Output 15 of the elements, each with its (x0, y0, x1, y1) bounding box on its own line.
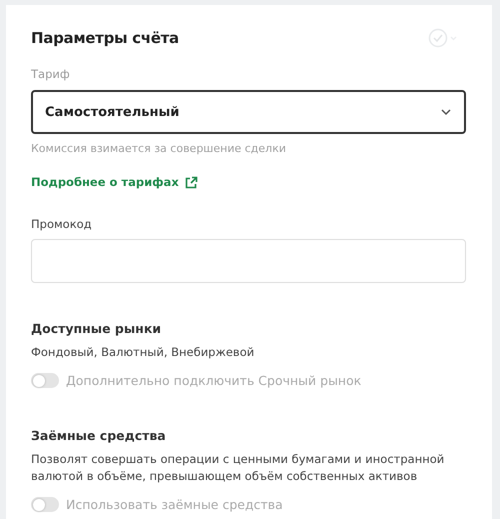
toggle-label: Дополнительно подключить Срочный рынок (66, 373, 362, 388)
external-link-icon[interactable] (184, 176, 198, 188)
hint-text: Комиссия взимается за совершение сделки (31, 142, 287, 155)
field-label: Тариф (31, 67, 71, 82)
toggle-label: Использовать заёмные средства (66, 497, 283, 512)
card-title: Параметры счёта (31, 29, 179, 47)
section-text: Фондовый, Валютный, Внебиржевой (31, 344, 256, 361)
field-label: Промокод (31, 217, 93, 232)
section-title: Заёмные средства (31, 428, 167, 443)
tariff-dropdown[interactable]: Самостоятельный (31, 90, 466, 134)
section-text: Позволят совершать операции с ценными бумагами и иностранной валютой в объёме, превышающем объём собственных активов (31, 451, 446, 485)
promo-code-field[interactable] (31, 239, 466, 283)
tariffs-link[interactable]: Подробнее о тарифах (31, 175, 179, 189)
caret-icon (440, 108, 452, 116)
section-title: Доступные рынки (31, 321, 162, 336)
